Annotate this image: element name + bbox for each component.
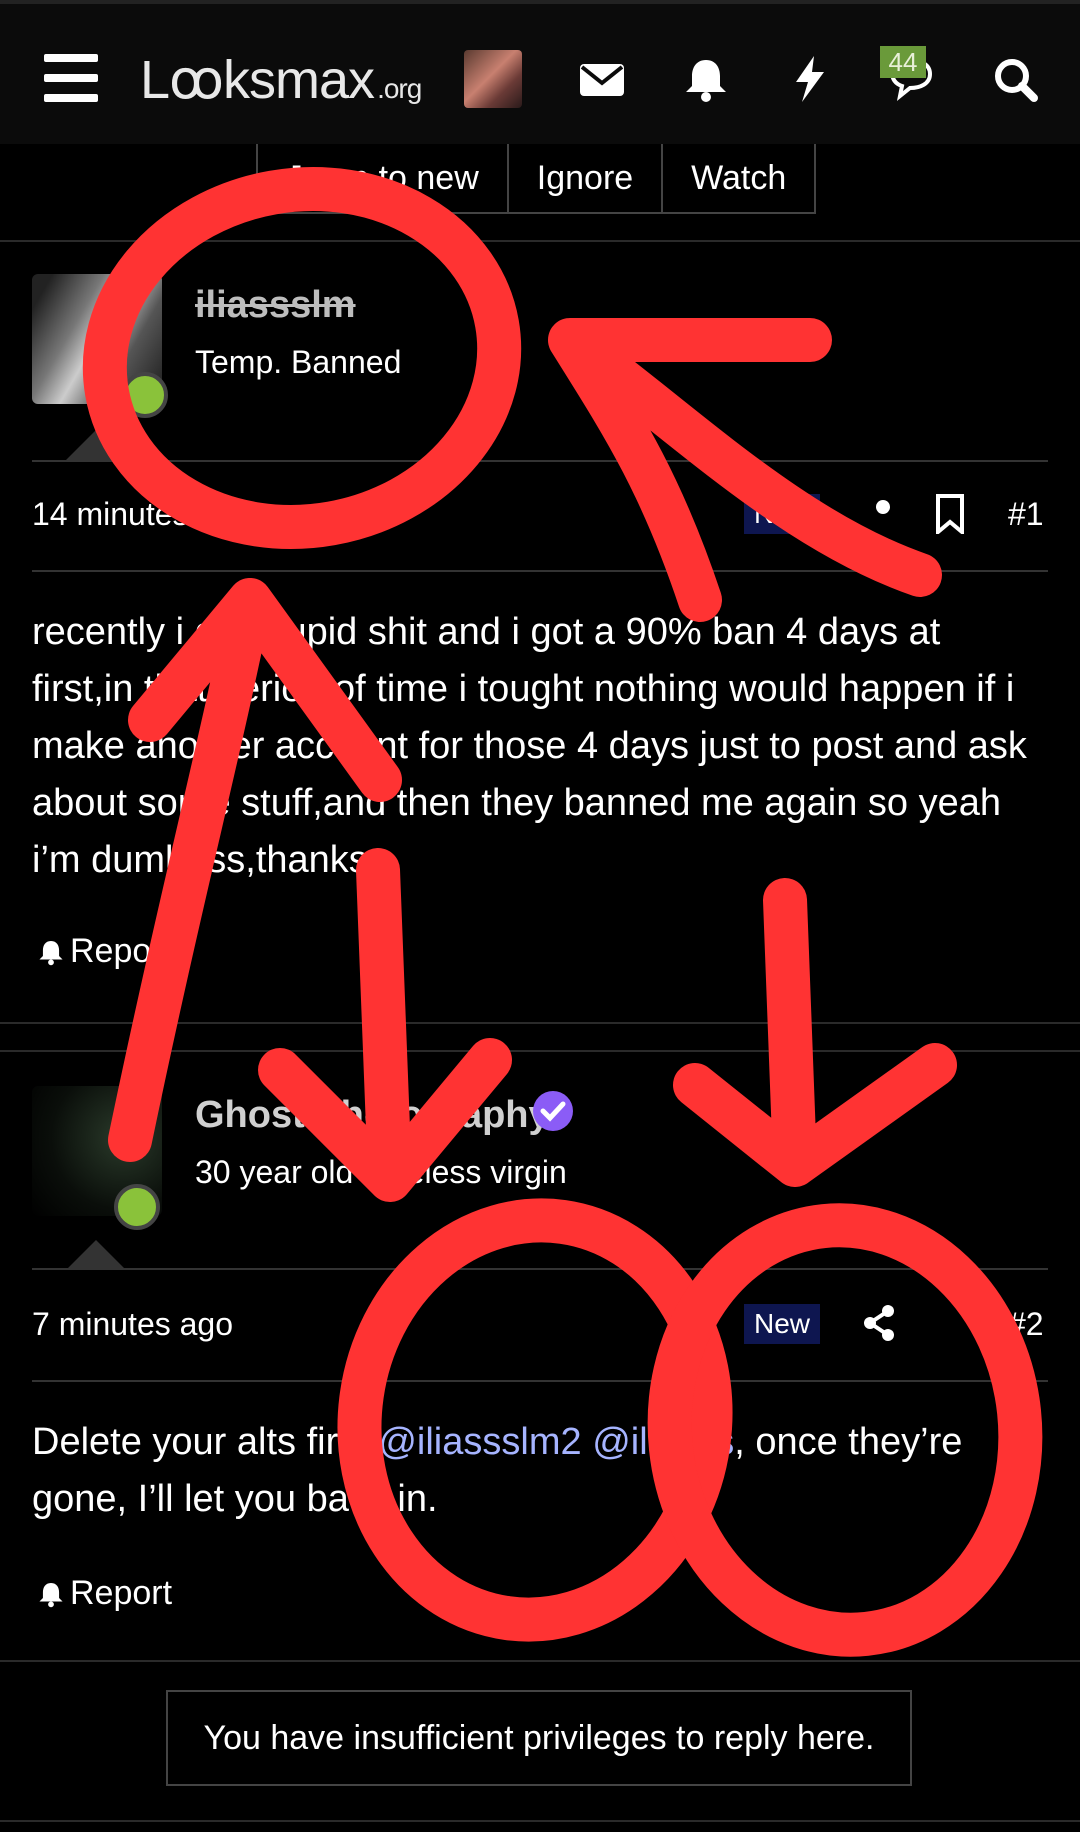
post2-new-badge: New: [744, 1304, 821, 1344]
bolt-icon[interactable]: [784, 54, 836, 104]
top-navigation-bar: Lꝏksmax .org 44: [0, 0, 1080, 144]
post1-body: recently i did stupid shit and i got a 9…: [32, 611, 1027, 881]
post1-time[interactable]: 14 minutes ago: [32, 496, 251, 533]
post1-number[interactable]: #1: [1008, 496, 1044, 533]
post2-username[interactable]: Ghost Photography: [195, 1094, 550, 1137]
online-indicator: [122, 372, 168, 418]
divider: [32, 570, 1048, 572]
divider: [0, 1660, 1080, 1662]
jump-to-new-button[interactable]: Jump to new: [258, 144, 507, 212]
post2-time[interactable]: 7 minutes ago: [32, 1306, 233, 1343]
report-label: Report: [70, 1574, 173, 1612]
share-icon[interactable]: [862, 1304, 896, 1342]
watch-button[interactable]: Watch: [661, 144, 814, 212]
divider: [0, 1022, 1080, 1024]
share-icon[interactable]: [876, 500, 890, 514]
post1-new-badge: New: [744, 494, 821, 534]
site-logo[interactable]: Lꝏksmax .org: [140, 48, 422, 111]
post2-body: Delete your alts first @iliassslm2 @ilia…: [32, 1414, 1052, 1528]
ignore-button[interactable]: Ignore: [506, 144, 661, 212]
post1-username[interactable]: iliassslm: [195, 284, 356, 327]
annotation-arrow: [548, 318, 942, 622]
envelope-icon[interactable]: [576, 54, 628, 104]
chat-badge: 44: [880, 46, 926, 78]
online-indicator: [114, 1184, 160, 1230]
menu-icon[interactable]: [44, 54, 98, 102]
annotation-arrow: [673, 878, 957, 1187]
bookmark-icon[interactable]: [934, 494, 966, 534]
divider: [32, 1380, 1048, 1382]
bell-icon[interactable]: [680, 54, 732, 104]
divider: [32, 460, 1048, 462]
divider: [0, 1050, 1080, 1052]
divider: [0, 240, 1080, 242]
insufficient-privileges-notice: You have insufficient privileges to repl…: [166, 1690, 912, 1786]
post2-user-title: 30 year old dateless virgin: [195, 1154, 567, 1190]
user-arrow: [66, 1240, 126, 1270]
bell-icon: [39, 940, 63, 965]
body-text: Delete your alts first: [32, 1421, 379, 1463]
divider: [0, 1820, 1080, 1822]
user-arrow: [66, 430, 126, 460]
red-annotation-overlay: [82, 167, 1043, 1657]
mention-link[interactable]: @iliassslm2: [378, 1421, 581, 1463]
post1-user-title: Temp. Banned: [195, 344, 402, 380]
account-avatar[interactable]: [464, 50, 522, 108]
body-text: [582, 1421, 593, 1463]
verified-icon: [533, 1091, 573, 1131]
post1-report-button[interactable]: Report: [36, 932, 172, 971]
mention-link[interactable]: @iliasss: [592, 1421, 734, 1463]
thread-actions: Jump to new Ignore Watch: [256, 144, 817, 214]
search-icon[interactable]: [990, 54, 1042, 104]
post2-number[interactable]: #2: [1008, 1306, 1044, 1343]
report-label: Report: [70, 932, 173, 970]
post2-report-button[interactable]: Report: [36, 1574, 172, 1613]
bell-icon: [39, 1582, 63, 1607]
divider: [32, 1268, 1048, 1270]
